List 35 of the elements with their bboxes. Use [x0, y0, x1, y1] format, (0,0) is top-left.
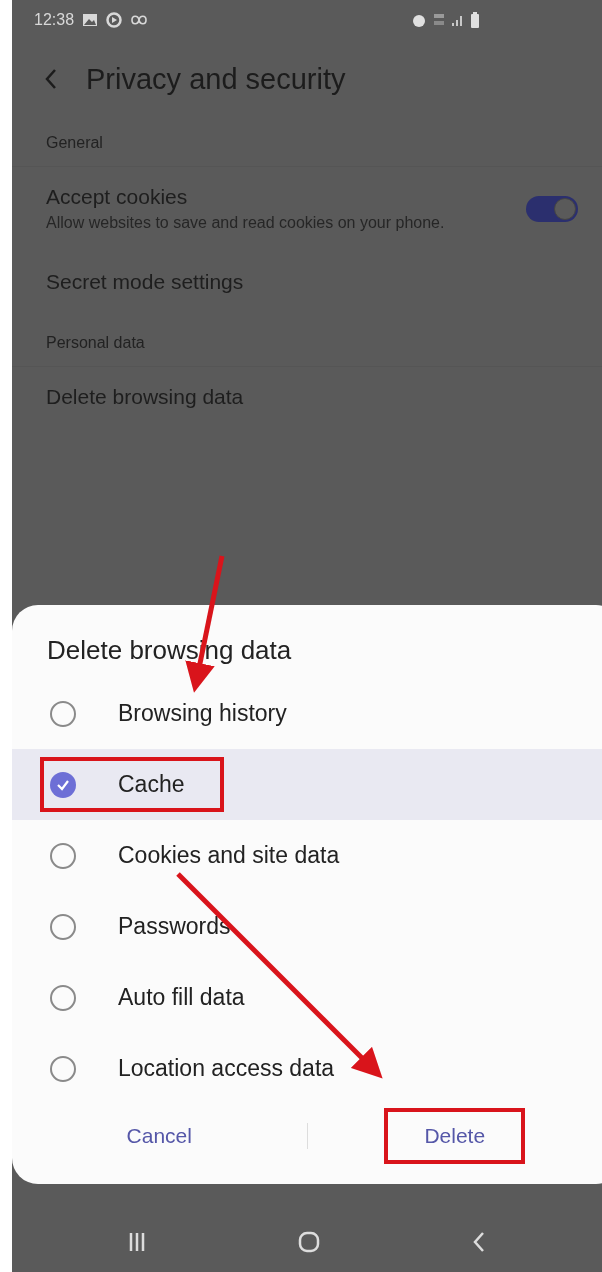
page-title: Privacy and security	[86, 62, 346, 96]
radio-button[interactable]	[50, 1055, 76, 1082]
option-label: Cache	[118, 771, 185, 798]
home-icon[interactable]	[297, 1230, 321, 1254]
option-label: Location access data	[118, 1055, 335, 1082]
radio-button[interactable]	[50, 842, 76, 869]
option-row[interactable]: Browsing history	[12, 678, 602, 749]
recent-apps-icon[interactable]	[127, 1231, 147, 1253]
option-label: Passwords	[118, 913, 231, 940]
battery-icon	[470, 11, 480, 29]
option-label: Cookies and site data	[118, 842, 340, 869]
setting-label: Accept cookies	[46, 185, 189, 209]
option-label: Auto fill data	[118, 984, 245, 1011]
infinity-icon	[130, 15, 149, 25]
radio-button[interactable]	[50, 913, 76, 940]
circle-icon	[106, 12, 123, 28]
check-icon	[56, 778, 70, 791]
section-header: General	[46, 134, 103, 151]
toggle-switch[interactable]	[526, 196, 578, 223]
dialog-button[interactable]: Cancel	[86, 1108, 232, 1164]
option-row[interactable]: Cache	[12, 749, 602, 820]
option-row[interactable]: Location access data	[12, 1033, 602, 1104]
back-icon[interactable]	[471, 1230, 487, 1254]
status-time: 12:38	[34, 11, 75, 29]
option-row[interactable]: Cookies and site data	[12, 820, 602, 891]
option-row[interactable]: Passwords	[12, 891, 602, 962]
section-header: Personal data	[46, 333, 145, 351]
option-row[interactable]: Auto fill data	[12, 962, 602, 1033]
radio-button[interactable]	[50, 700, 76, 727]
radio-button[interactable]	[50, 771, 76, 798]
gallery-icon	[82, 13, 99, 27]
back-icon[interactable]	[44, 67, 58, 91]
radio-button[interactable]	[50, 984, 76, 1011]
option-label: Browsing history	[118, 700, 287, 727]
dialog-button[interactable]: Delete	[384, 1108, 526, 1164]
